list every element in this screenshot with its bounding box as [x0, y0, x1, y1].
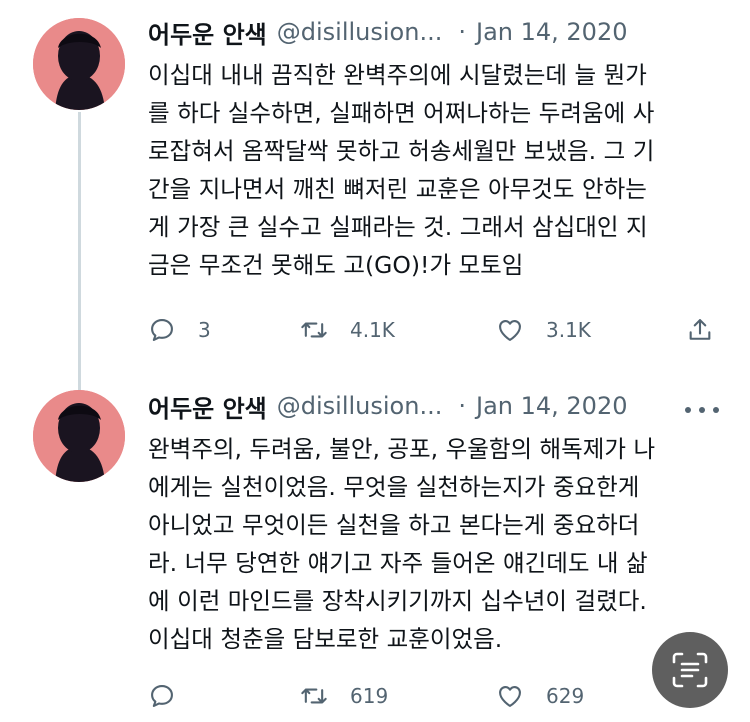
retweet-count: 619	[350, 684, 389, 708]
tweet-date[interactable]: Jan 14, 2020	[476, 392, 628, 420]
author-handle[interactable]: @disillusion...	[277, 392, 443, 420]
heart-icon	[499, 685, 521, 707]
more-dot	[685, 407, 691, 413]
more-icon[interactable]	[685, 400, 719, 420]
tweet-text-line: 에 이런 마인드를 장착시키기까지 십수년이 걸렸다.	[148, 587, 647, 615]
text-scan-button[interactable]	[652, 632, 728, 708]
tweet-text-line: 아니었고 무엇이든 실천을 하고 본다는게 중요하더	[148, 511, 640, 539]
more-dot	[699, 407, 705, 413]
author-name[interactable]: 어두운 안색	[148, 389, 267, 424]
tweet-text: 완벽주의, 두려움, 불안, 공포, 우울함의 해독제가 나 에게는 실천이었음…	[148, 430, 728, 658]
tweet[interactable]: 어두운 안색 @disillusion... · Jan 14, 2020 완벽…	[0, 0, 750, 722]
avatar[interactable]	[33, 390, 125, 482]
tweet-header: 어두운 안색 @disillusion... · Jan 14, 2020	[148, 388, 627, 424]
reply-icon	[151, 685, 173, 707]
tweet-text-line: 라. 너무 당연한 얘기고 자주 들어온 얘긴데도 내 삶	[148, 549, 648, 577]
avatar-silhouette-icon	[33, 390, 125, 482]
more-dot	[713, 407, 719, 413]
like-count: 629	[546, 684, 585, 708]
tweet-text-line: 이십대 청춘을 담보로한 교훈이었음.	[148, 625, 503, 653]
separator-dot: ·	[458, 392, 466, 420]
tweet-text-line: 에게는 실천이었음. 무엇을 실천하는지가 중요한게	[148, 473, 640, 501]
tweet-actions: 619 629	[148, 676, 728, 716]
like-button[interactable]: 629	[496, 676, 584, 716]
tweet-text-line: 완벽주의, 두려움, 불안, 공포, 우울함의 해독제가 나	[148, 435, 656, 463]
reply-button[interactable]	[148, 676, 198, 716]
text-scan-icon	[672, 652, 708, 688]
retweet-button[interactable]: 619	[300, 676, 388, 716]
retweet-icon	[301, 688, 327, 704]
